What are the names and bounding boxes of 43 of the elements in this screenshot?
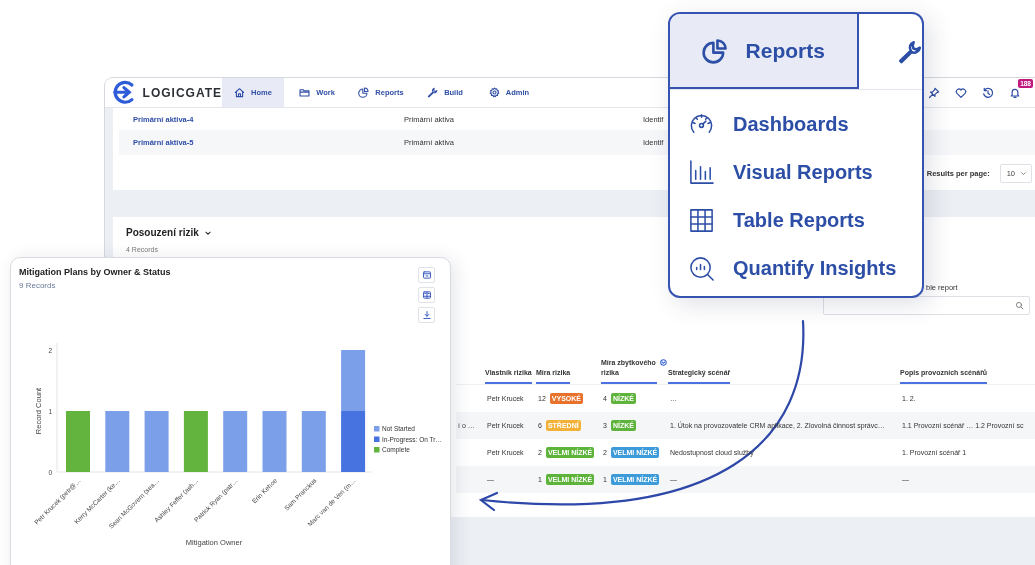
- wrench-icon: [427, 87, 439, 98]
- reports-tab[interactable]: Reports: [670, 14, 859, 89]
- chevron-down-icon: [1020, 170, 1027, 177]
- menu-item[interactable]: Table Reports: [670, 196, 922, 244]
- search-icon: [1015, 301, 1024, 310]
- legend-swatch: [374, 436, 380, 442]
- magnifier-chart-icon: [688, 254, 715, 282]
- menu-item[interactable]: Visual Reports: [670, 148, 922, 196]
- pie-chart-icon: [701, 37, 728, 64]
- section-title-dropdown[interactable]: Posouzení rizik: [126, 227, 212, 238]
- logo-text: LOGICGATE: [142, 85, 222, 100]
- bell-icon[interactable]: [1009, 86, 1021, 99]
- folder-icon: [299, 87, 311, 98]
- bar: [301, 411, 326, 472]
- bar-chart-icon: [688, 158, 715, 186]
- bar: [262, 411, 287, 472]
- record-count: 9 Records: [19, 281, 57, 290]
- heart-icon[interactable]: [955, 86, 967, 99]
- pin-icon[interactable]: [928, 86, 940, 99]
- bar: [66, 411, 90, 472]
- menu-item[interactable]: Dashboards: [670, 100, 922, 148]
- download-icon: [421, 310, 432, 320]
- columns-button[interactable]: [418, 287, 435, 303]
- bar: [105, 411, 130, 472]
- home-icon: [234, 87, 246, 98]
- sort-icon: [660, 359, 667, 366]
- gear-icon: [488, 87, 500, 98]
- legend-swatch: [374, 426, 380, 432]
- chart-title: Mitigation Plans by Owner & Status: [19, 267, 171, 277]
- bar: [223, 411, 248, 472]
- calendar-button[interactable]: [418, 267, 435, 283]
- bar: [341, 411, 366, 472]
- grid-icon: [688, 206, 715, 234]
- menu-item[interactable]: Quantify Insights: [670, 244, 922, 292]
- pie-chart-icon: [358, 87, 370, 98]
- legend-swatch: [374, 447, 380, 453]
- bar: [341, 350, 366, 411]
- calendar-icon: [421, 270, 432, 280]
- history-icon[interactable]: [982, 86, 994, 99]
- bar: [183, 411, 208, 472]
- download-button[interactable]: [418, 307, 435, 323]
- bar: [144, 411, 169, 472]
- columns-icon: [421, 290, 432, 300]
